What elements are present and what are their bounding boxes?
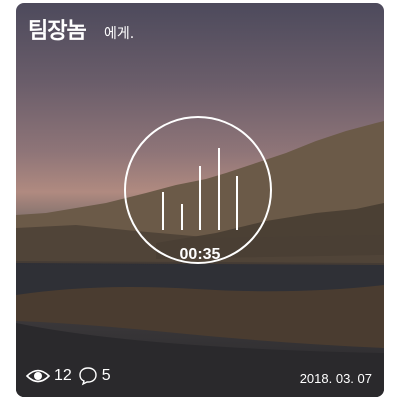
waveform-bar [199, 166, 201, 230]
waveform-bar [162, 192, 164, 230]
header-subtitle: 에게. [104, 26, 135, 42]
eye-icon [26, 368, 50, 384]
waveform-bar [236, 176, 238, 230]
view-count: 12 [54, 367, 72, 384]
waveform [126, 118, 274, 266]
comment-count: 5 [101, 367, 111, 384]
playback-time: 00:35 [179, 246, 221, 263]
waveform-bar [181, 204, 183, 230]
post-stats: 12 5 [26, 366, 117, 386]
header-title: 팀장놈 [28, 19, 87, 44]
speech-bubble-icon[interactable] [78, 366, 98, 386]
audio-post-card[interactable]: 팀장놈 에게. 00:35 12 5 2018. 03. 07 [16, 3, 384, 397]
audio-player-circle[interactable]: 00:35 [124, 116, 272, 264]
waveform-bar [218, 148, 220, 230]
post-date: 2018. 03. 07 [299, 371, 372, 386]
